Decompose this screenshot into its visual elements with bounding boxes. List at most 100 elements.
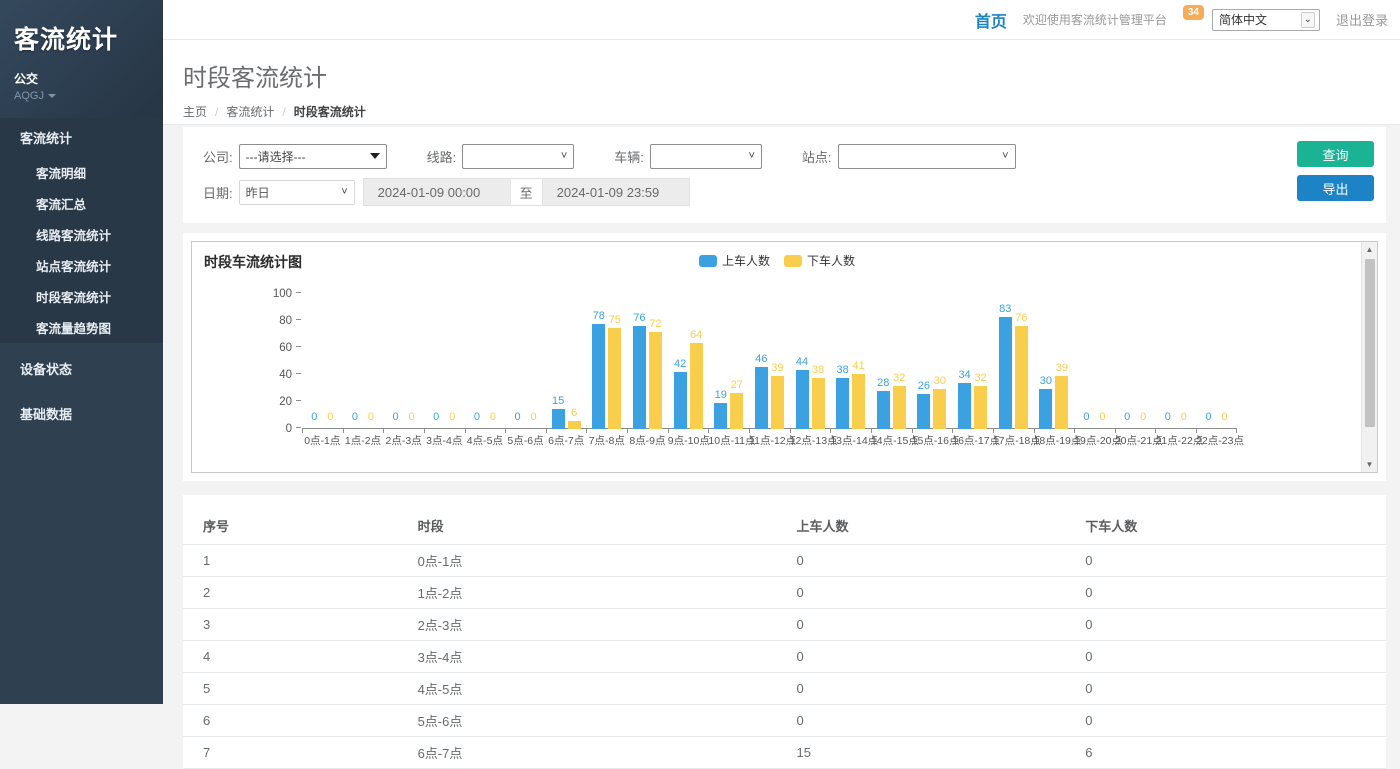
line-select[interactable]: ˅ (462, 144, 574, 169)
chart-bar[interactable] (836, 378, 849, 429)
chart-bar[interactable] (755, 367, 768, 429)
sidebar-item[interactable]: 基础数据 (0, 394, 163, 433)
table-cell: 3 (183, 609, 418, 641)
end-date-input[interactable]: 2024-01-09 23:59 (542, 178, 690, 206)
bar-value-label: 44 (796, 356, 808, 368)
chart-bar[interactable] (999, 317, 1012, 429)
chart-bar-wrap: 0 (1202, 411, 1215, 429)
chart-bar[interactable] (674, 372, 687, 429)
date-preset-select[interactable]: 昨日 ˅ (239, 180, 355, 205)
bar-value-label: 32 (893, 372, 905, 384)
chart-bar[interactable] (796, 370, 809, 429)
sidebar-item[interactable]: 客流汇总 (0, 188, 163, 219)
breadcrumb-separator: / (282, 105, 285, 119)
bar-value-label: 6 (571, 407, 577, 419)
chart-bar-group: 00 (383, 294, 424, 429)
chart-bar[interactable] (714, 403, 727, 429)
chart-bar[interactable] (1055, 376, 1068, 429)
x-axis-tick-label: 21点-22点 (1155, 429, 1196, 448)
chart-bar[interactable] (893, 386, 906, 429)
chart-bar[interactable] (877, 391, 890, 429)
chart-bar-group: 00 (343, 294, 384, 429)
chart-bar[interactable] (917, 394, 930, 429)
chart-bar-group: 00 (465, 294, 506, 429)
table-header-row: 序号时段上车人数下车人数 (183, 507, 1386, 545)
language-select[interactable]: 简体中文 ⌄ (1212, 9, 1320, 31)
bar-value-label: 0 (449, 411, 455, 423)
chart-bar[interactable] (649, 332, 662, 429)
bar-value-label: 76 (633, 312, 645, 324)
table-cell: 0 (797, 705, 1086, 737)
table-cell: 4 (183, 641, 418, 673)
chart-bar-wrap: 32 (893, 372, 906, 429)
y-axis-tick-mark (296, 319, 301, 320)
chart-bar-wrap: 0 (348, 411, 361, 429)
x-axis-tick-label: 5点-6点 (505, 429, 546, 448)
bar-value-label: 46 (755, 353, 767, 365)
chart-bar[interactable] (958, 383, 971, 429)
chart-bar[interactable] (730, 393, 743, 429)
chart-bar[interactable] (568, 421, 581, 429)
chart-bar-wrap: 0 (1080, 411, 1093, 429)
chart-bar-group: 00 (1074, 294, 1115, 429)
bar-value-label: 0 (474, 411, 480, 423)
sidebar-item[interactable]: 设备状态 (0, 349, 163, 388)
table-cell: 0 (1085, 545, 1386, 577)
legend-item[interactable]: 下车人数 (784, 252, 855, 269)
sidebar-item[interactable]: 线路客流统计 (0, 219, 163, 250)
chart-bar-group: 7875 (586, 294, 627, 429)
scrollbar-thumb[interactable] (1365, 259, 1375, 427)
chart-bar[interactable] (852, 374, 865, 429)
breadcrumb-section[interactable]: 客流统计 (226, 103, 274, 120)
sidebar-item[interactable]: 客流统计 (0, 118, 163, 157)
sidebar-item[interactable]: 时段客流统计 (0, 281, 163, 312)
bar-value-label: 39 (1056, 362, 1068, 374)
sidebar-item[interactable]: 客流明细 (0, 157, 163, 188)
chart-bar[interactable] (608, 328, 621, 429)
chart-bar[interactable] (933, 389, 946, 430)
table-cell: 6点-7点 (418, 737, 797, 769)
legend-item[interactable]: 上车人数 (699, 252, 770, 269)
breadcrumb: 主页 / 客流统计 / 时段客流统计 (183, 103, 1400, 120)
chart-bar[interactable] (812, 378, 825, 429)
chart-bar[interactable] (974, 386, 987, 429)
chart-bar-group: 4639 (749, 294, 790, 429)
chart-bar-group: 2630 (912, 294, 953, 429)
notification-badge[interactable]: 34 (1183, 5, 1204, 20)
chart-bar[interactable] (633, 326, 646, 429)
chart-bar[interactable] (552, 409, 565, 429)
chart-bar[interactable] (690, 343, 703, 429)
station-select[interactable]: ˅ (838, 144, 1016, 169)
home-link[interactable]: 首页 (975, 8, 1007, 32)
chart-bar[interactable] (592, 324, 605, 429)
chart-vertical-scrollbar[interactable]: ▲ ▼ (1361, 242, 1377, 472)
chart-bar[interactable] (1039, 389, 1052, 430)
bar-value-label: 83 (999, 303, 1011, 315)
bar-value-label: 42 (674, 358, 686, 370)
scroll-up-icon[interactable]: ▲ (1366, 242, 1374, 257)
sidebar-item[interactable]: 客流量趋势图 (0, 312, 163, 343)
x-axis-tick-label: 19点-20点 (1074, 429, 1115, 448)
vehicle-select[interactable]: ˅ (650, 144, 762, 169)
scroll-down-icon[interactable]: ▼ (1366, 457, 1374, 472)
breadcrumb-home[interactable]: 主页 (183, 103, 207, 120)
sidebar: 客流统计 公交 AQGJ 客流统计客流明细客流汇总线路客流统计站点客流统计时段客… (0, 0, 163, 704)
chart-bar[interactable] (771, 376, 784, 429)
table-cell: 1 (183, 545, 418, 577)
company-select[interactable]: ---请选择--- (239, 144, 387, 169)
chart-box: 时段车流统计图 上车人数下车人数 02040608010000000000000… (191, 241, 1378, 473)
table-header-cell: 序号 (183, 507, 418, 545)
date-label: 日期: (203, 183, 233, 202)
org-code-dropdown[interactable]: AQGJ (14, 90, 149, 102)
chart-bar-wrap: 38 (812, 364, 825, 429)
query-button[interactable]: 查询 (1297, 141, 1374, 167)
start-date-input[interactable]: 2024-01-09 00:00 (363, 178, 511, 206)
bar-value-label: 0 (1140, 411, 1146, 423)
sidebar-item[interactable]: 站点客流统计 (0, 250, 163, 281)
export-button[interactable]: 导出 (1297, 175, 1374, 201)
y-axis-tick-mark (296, 373, 301, 374)
table-cell: 15 (797, 737, 1086, 769)
table-cell: 7 (183, 737, 418, 769)
logout-link[interactable]: 退出登录 (1336, 10, 1388, 29)
chart-bar[interactable] (1015, 326, 1028, 429)
